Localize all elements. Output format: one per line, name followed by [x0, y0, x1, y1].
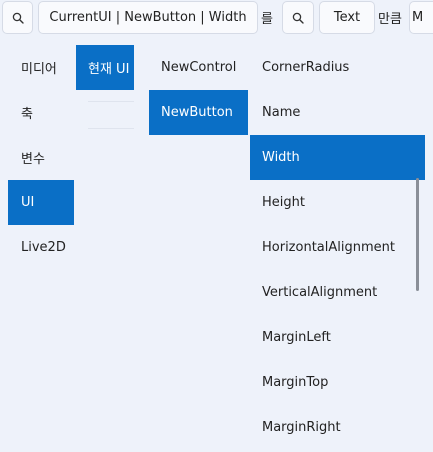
control-label: NewControl [161, 60, 237, 75]
expression-bar: CurrentUI | NewButton | Width 를 Text 만큼 … [0, 0, 433, 38]
amount-label: 만큼 [378, 12, 402, 27]
category-label: UI [21, 195, 35, 210]
value-field[interactable]: Text [319, 1, 375, 34]
category-item-ui[interactable]: UI [8, 180, 74, 225]
property-label: HorizontalAlignment [262, 240, 395, 255]
category-item-axis[interactable]: 축 [8, 90, 74, 135]
control-item-newcontrol[interactable]: NewControl [149, 45, 248, 90]
property-label: MarginTop [262, 375, 329, 390]
search-icon [292, 12, 304, 24]
value-field-text: Text [333, 10, 361, 25]
property-item-width[interactable]: Width [250, 135, 425, 180]
property-label: MarginRight [262, 420, 341, 435]
scope-item-current-ui[interactable]: 현재 UI [76, 45, 134, 90]
category-label: Live2D [21, 240, 66, 255]
property-list-scrollbar[interactable] [416, 178, 419, 291]
mode-button-label: M [412, 10, 424, 25]
search-button[interactable] [2, 1, 33, 34]
property-label: MarginLeft [262, 330, 331, 345]
property-label: CornerRadius [262, 60, 350, 75]
property-item-verticalalignment[interactable]: VerticalAlignment [250, 270, 425, 315]
mode-button[interactable]: M [409, 1, 433, 34]
scope-label: 현재 UI [88, 62, 130, 77]
property-item-cornerradius[interactable]: CornerRadius [250, 45, 425, 90]
property-label: Height [262, 195, 305, 210]
property-label: Name [262, 105, 301, 120]
property-item-marginleft[interactable]: MarginLeft [250, 315, 425, 360]
scope-divider [88, 101, 134, 102]
category-item-live2d[interactable]: Live2D [8, 225, 74, 270]
scope-divider [88, 128, 134, 129]
category-label: 축 [21, 107, 33, 122]
value-search-button[interactable] [282, 1, 314, 34]
property-item-height[interactable]: Height [250, 180, 425, 225]
category-item-variable[interactable]: 변수 [8, 135, 74, 180]
property-item-name[interactable]: Name [250, 90, 425, 135]
control-label: NewButton [161, 105, 233, 120]
property-label: VerticalAlignment [262, 285, 378, 300]
category-label: 미디어 [21, 62, 57, 77]
property-item-margintop[interactable]: MarginTop [250, 360, 425, 405]
search-icon [12, 12, 24, 24]
category-label: 변수 [21, 152, 45, 167]
property-label: Width [262, 150, 300, 165]
category-item-media[interactable]: 미디어 [8, 45, 74, 90]
property-item-horizontalalignment[interactable]: HorizontalAlignment [250, 225, 425, 270]
app-window: CurrentUI | NewButton | Width 를 Text 만큼 … [0, 0, 433, 452]
particle-label: 를 [261, 12, 273, 27]
control-item-newbutton[interactable]: NewButton [149, 90, 248, 135]
property-item-marginright[interactable]: MarginRight [250, 405, 425, 450]
property-path-field[interactable]: CurrentUI | NewButton | Width [38, 1, 258, 34]
property-path-value: CurrentUI | NewButton | Width [49, 10, 247, 25]
